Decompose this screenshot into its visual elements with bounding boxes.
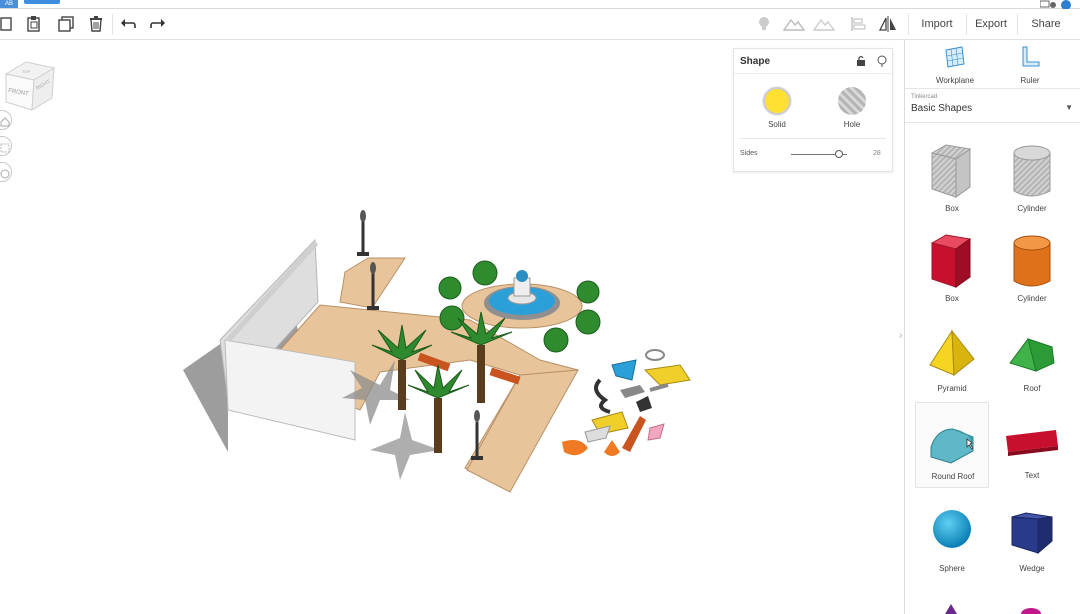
sides-value: 28 (873, 150, 881, 157)
shape-tile-pyramid[interactable]: Pyramid (915, 315, 989, 401)
shape-label: Round Roof (931, 472, 975, 481)
hole-swatch[interactable] (838, 87, 866, 115)
shape-label: Cylinder (1017, 204, 1047, 213)
note-button[interactable] (752, 12, 776, 36)
main-toolbar: Import Export Share (0, 9, 1080, 40)
solid-swatch[interactable] (763, 87, 791, 115)
workplane-icon (945, 46, 965, 68)
lock-icon[interactable] (855, 55, 867, 67)
align-button[interactable] (846, 12, 870, 36)
undo-arrow-icon (121, 19, 136, 28)
show-all-button[interactable] (782, 12, 806, 36)
toolbar-separator (1017, 14, 1018, 35)
duplicate-icon (58, 16, 74, 32)
pyramid-icon (929, 329, 975, 377)
sphere-icon (933, 510, 971, 548)
active-tab-indicator[interactable] (24, 0, 60, 4)
shape-category-value: Basic Shapes (911, 103, 973, 114)
shape-label: Pyramid (937, 384, 967, 393)
cylinder-orange-icon (1013, 235, 1051, 287)
panel-divider (740, 138, 886, 139)
sidebar-divider (905, 88, 1080, 89)
box-red-icon (930, 234, 972, 288)
export-button[interactable]: Export (968, 12, 1014, 36)
undo-button[interactable] (116, 12, 140, 36)
fountain-top (516, 270, 528, 282)
torus-icon[interactable] (1015, 602, 1045, 614)
paste-button[interactable] (22, 12, 46, 36)
ruler-label: Ruler (1020, 76, 1040, 85)
delete-button[interactable] (84, 12, 108, 36)
app-badge: AB (0, 0, 18, 8)
ruler-button[interactable]: Ruler (1000, 46, 1060, 85)
shape-tile-sphere[interactable]: Sphere (915, 495, 989, 581)
copy-icon (0, 17, 12, 31)
toolbar-separator (966, 14, 967, 35)
cone-icon[interactable] (935, 602, 965, 614)
shape-label: Box (945, 204, 959, 213)
redo-button[interactable] (146, 12, 170, 36)
solid-label: Solid (768, 120, 786, 129)
shape-tile-box-hole[interactable]: Box (915, 135, 989, 221)
palm-tree (407, 364, 470, 453)
shape-label: Text (1024, 471, 1040, 480)
workplane-label: Workplane (935, 76, 975, 85)
box-hole-icon (930, 144, 972, 198)
roof-icon (1009, 338, 1055, 372)
shape-tile-roof[interactable]: Roof (995, 315, 1069, 401)
redo-arrow-icon (150, 19, 165, 28)
shapes-sidebar: Workplane Ruler Tinkercad Basic Shapes ▼… (904, 40, 1080, 614)
browser-top-strip: AB (0, 0, 1080, 9)
lamp-post (357, 210, 369, 256)
shape-label: Box (945, 294, 959, 303)
user-avatar-icon[interactable] (1040, 0, 1080, 9)
share-button[interactable]: Share (1022, 12, 1070, 36)
shape-label: Roof (1023, 384, 1041, 393)
scattered-parts (562, 349, 691, 456)
shape-inspector-panel: Shape Solid Hole Sides 28 (733, 48, 893, 172)
library-source-label: Tinkercad (911, 94, 938, 100)
clipboard-icon (27, 16, 40, 32)
hole-label: Hole (843, 120, 861, 129)
mirror-button[interactable] (876, 12, 900, 36)
shape-tile-wedge[interactable]: Wedge (995, 495, 1069, 581)
copy-button[interactable] (0, 12, 20, 36)
sides-label: Sides (740, 150, 758, 157)
shape-tile-cylinder-hole[interactable]: Cylinder (995, 135, 1069, 221)
text-shape-icon (1006, 430, 1058, 456)
shape-tile-text[interactable]: Text (995, 402, 1069, 488)
lightbulb-icon[interactable] (876, 55, 888, 67)
tinkercad-editor: AB Import Export Share TOP FRONT RIGHT S… (0, 0, 1080, 614)
shape-tile-box[interactable]: Box (915, 225, 989, 311)
shape-tile-round-roof[interactable]: Round Roof (915, 402, 989, 488)
cylinder-hole-icon (1013, 145, 1051, 197)
mirror-icon (878, 16, 896, 32)
duplicate-button[interactable] (54, 12, 78, 36)
panel-divider (734, 73, 892, 74)
shape-category-dropdown[interactable]: Basic Shapes ▼ (911, 103, 1075, 119)
shape-label: Sphere (939, 564, 965, 573)
mountain-outline-icon (813, 18, 835, 31)
toolbar-separator (908, 14, 909, 35)
import-button[interactable]: Import (912, 12, 962, 36)
ruler-icon (1022, 46, 1040, 67)
trash-icon (90, 16, 102, 32)
shape-tile-cylinder[interactable]: Cylinder (995, 225, 1069, 311)
hide-button[interactable] (812, 12, 836, 36)
shape-panel-title: Shape (740, 56, 771, 67)
chevron-down-icon: ▼ (1065, 103, 1073, 112)
wedge-icon (1011, 512, 1053, 555)
shape-label: Cylinder (1017, 294, 1047, 303)
lightbulb-icon (759, 17, 769, 30)
shape-label: Wedge (1019, 564, 1045, 573)
align-icon (851, 17, 866, 31)
toolbar-separator (112, 14, 113, 35)
sidebar-collapse-handle[interactable]: › (899, 330, 902, 341)
sides-slider-handle[interactable] (835, 150, 844, 158)
mountain-icon (783, 18, 805, 31)
sidebar-divider (905, 122, 1080, 123)
workplane-button[interactable]: Workplane (925, 46, 985, 85)
round-roof-icon (930, 428, 974, 464)
palm-shadow (370, 412, 440, 480)
